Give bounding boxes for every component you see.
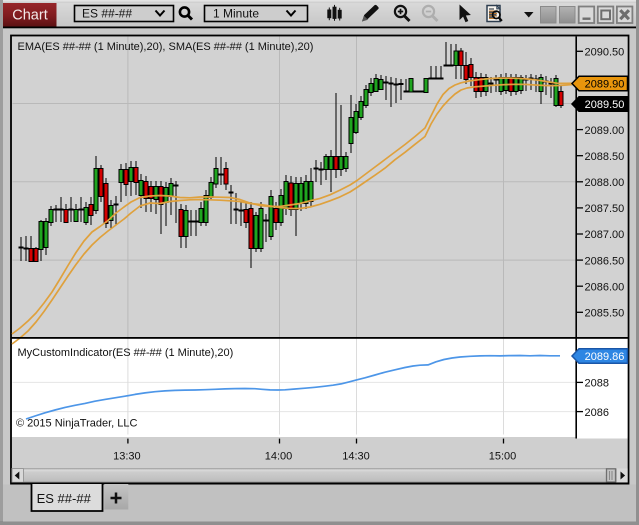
svg-text:13:30: 13:30 (113, 451, 141, 463)
svg-text:14:30: 14:30 (342, 451, 370, 463)
svg-text:2088.00: 2088.00 (585, 177, 625, 189)
svg-text:ES ##-##: ES ##-## (82, 7, 132, 21)
svg-text:2089.50: 2089.50 (585, 99, 625, 111)
svg-text:2090.50: 2090.50 (585, 47, 625, 59)
svg-text:2086.00: 2086.00 (585, 281, 625, 293)
svg-text:2089.90: 2089.90 (585, 79, 625, 91)
svg-text:EMA(ES ##-## (1 Minute),20), S: EMA(ES ##-## (1 Minute),20), SMA(ES ##-#… (18, 41, 314, 53)
svg-text:2087.00: 2087.00 (585, 229, 625, 241)
svg-text:1 Minute: 1 Minute (213, 7, 259, 21)
svg-text:2089.86: 2089.86 (585, 351, 625, 363)
svg-text:© 2015 NinjaTrader, LLC: © 2015 NinjaTrader, LLC (16, 418, 137, 430)
svg-text:MyCustomIndicator(ES ##-## (1: MyCustomIndicator(ES ##-## (1 Minute),20… (18, 347, 234, 359)
svg-text:2089.00: 2089.00 (585, 125, 625, 137)
svg-text:2088: 2088 (585, 378, 609, 390)
svg-text:14:00: 14:00 (265, 451, 293, 463)
svg-text:15:00: 15:00 (489, 451, 517, 463)
svg-text:2086.50: 2086.50 (585, 255, 625, 267)
svg-text:2088.50: 2088.50 (585, 151, 625, 163)
svg-text:2086: 2086 (585, 407, 609, 419)
svg-text:Chart: Chart (12, 8, 47, 24)
svg-text:2085.50: 2085.50 (585, 308, 625, 320)
svg-text:ES ##-##: ES ##-## (37, 491, 92, 506)
svg-text:2087.50: 2087.50 (585, 203, 625, 215)
